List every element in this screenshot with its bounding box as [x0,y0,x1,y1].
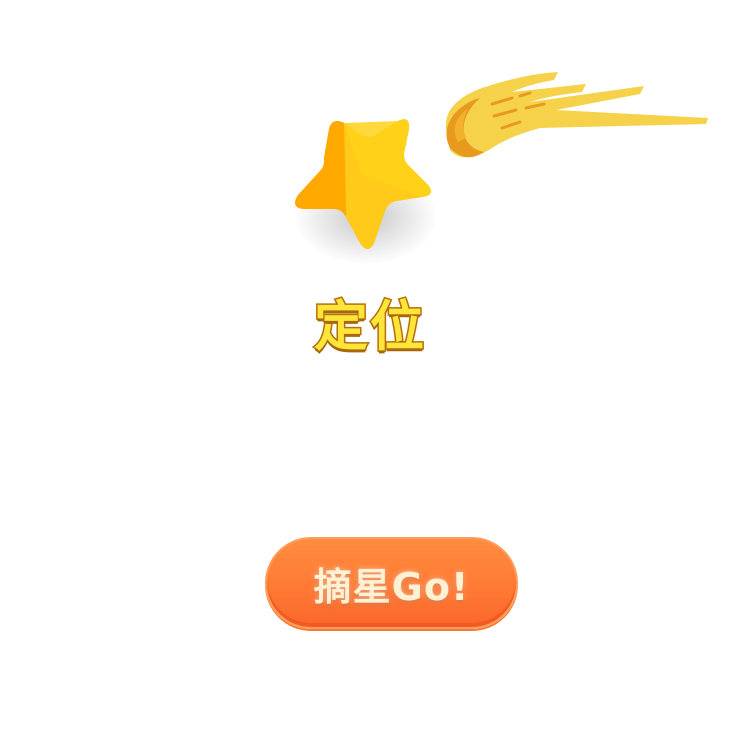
go-button[interactable]: 摘星Go! [265,537,518,629]
go-button-label: 摘星Go! [313,564,470,609]
stage: 定位 摘星Go! [0,0,740,740]
page-title: 定位 [313,294,426,360]
star-icon [282,105,442,265]
comet-icon [434,66,714,170]
